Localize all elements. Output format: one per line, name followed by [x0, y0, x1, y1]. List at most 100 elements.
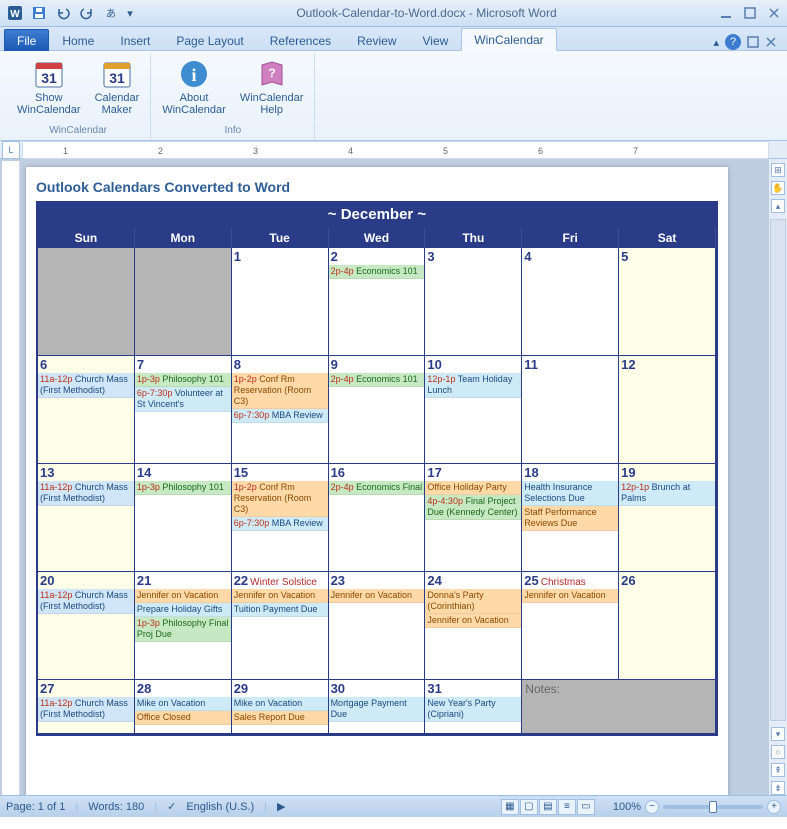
tab-view[interactable]: View	[410, 29, 462, 51]
tab-review[interactable]: Review	[344, 29, 409, 51]
svg-text:31: 31	[109, 70, 125, 86]
day-number: 31	[425, 680, 521, 697]
ruler-toggle-icon[interactable]: ⊞	[771, 163, 785, 177]
calendar-maker-label: Calendar Maker	[95, 92, 140, 116]
event-text: Jennifer on Vacation	[137, 590, 218, 600]
weekday-header: Sun	[38, 228, 135, 248]
day-number: 21	[135, 572, 231, 589]
zoom-level[interactable]: 100%	[613, 801, 641, 813]
macro-icon[interactable]: ▶	[277, 800, 285, 813]
calendar-event: Health Insurance Selections Due	[522, 481, 618, 506]
status-language[interactable]: English (U.S.)	[186, 801, 254, 813]
calendar-cell: 5	[619, 248, 716, 356]
calendar-event: 2p-4p Economics 101	[329, 265, 425, 279]
calendar-cell: 2011a-12p Church Mass (First Methodist)	[38, 572, 135, 680]
ribbon-restore-icon[interactable]	[747, 36, 759, 48]
tab-insert[interactable]: Insert	[107, 29, 163, 51]
hand-icon[interactable]: ✋	[771, 181, 785, 195]
ribbon-group-wincalendar: 31 Show WinCalendar 31 Calendar Maker Wi…	[6, 53, 151, 140]
tab-home[interactable]: Home	[49, 29, 107, 51]
calendar-cell: 2711a-12p Church Mass (First Methodist)	[38, 680, 135, 734]
close-icon[interactable]	[765, 4, 783, 22]
wincalendar-help-button[interactable]: ? WinCalendar Help	[235, 55, 309, 123]
calendar-event: 1p-3p Philosophy 101	[135, 373, 231, 387]
event-time: 11a-12p	[40, 374, 75, 384]
save-icon[interactable]	[28, 2, 50, 24]
day-number: 15	[232, 464, 328, 481]
calendar-cell: 141p-3p Philosophy 101	[135, 464, 232, 572]
day-number: 9	[329, 356, 425, 373]
print-layout-view-icon[interactable]: ▦	[501, 799, 519, 815]
draft-view-icon[interactable]: ▭	[577, 799, 595, 815]
zoom-slider[interactable]	[663, 805, 763, 809]
weekday-header: Mon	[135, 228, 232, 248]
ruler-mark: 7	[633, 146, 638, 156]
status-bar: Page: 1 of 1 | Words: 180 | ✓ English (U…	[0, 795, 787, 817]
event-text: Office Closed	[137, 712, 191, 722]
scroll-down-icon[interactable]: ▾	[771, 727, 785, 741]
zoom-out-icon[interactable]: −	[645, 800, 659, 814]
event-text: Economics Final	[356, 482, 422, 492]
day-number: 17	[425, 464, 521, 481]
status-words[interactable]: Words: 180	[88, 801, 144, 813]
proofing-icon[interactable]: ✓	[167, 800, 176, 813]
prev-page-icon[interactable]: ⇞	[771, 763, 785, 777]
holiday-name: Christmas	[541, 577, 586, 588]
calendar-event: Jennifer on Vacation	[425, 614, 521, 628]
vertical-ruler[interactable]	[2, 161, 20, 795]
outline-view-icon[interactable]: ≡	[558, 799, 576, 815]
vertical-scrollbar[interactable]	[770, 219, 786, 721]
event-text: Philosophy 101	[162, 482, 224, 492]
calendar-event: 1p-2p Conf Rm Reservation (Room C3)	[232, 373, 328, 409]
minimize-icon[interactable]	[717, 4, 735, 22]
qat-customize-icon[interactable]: ▾	[124, 2, 136, 24]
ribbon-minimize-icon[interactable]: ▴	[713, 36, 719, 49]
event-time: 12p-1p	[621, 482, 652, 492]
calendar-cell: 11	[522, 356, 619, 464]
event-time: 1p-3p	[137, 618, 163, 628]
undo-icon[interactable]	[52, 2, 74, 24]
event-time: 6p-7:30p	[234, 518, 272, 528]
weekday-header: Wed	[329, 228, 426, 248]
redo-icon[interactable]	[76, 2, 98, 24]
calendar-event: 2p-4p Economics 101	[329, 373, 425, 387]
tab-selector[interactable]: L	[2, 141, 20, 159]
next-page-icon[interactable]: ⇟	[771, 781, 785, 795]
horizontal-ruler[interactable]: 1234567	[22, 141, 769, 159]
show-wincalendar-button[interactable]: 31 Show WinCalendar	[12, 55, 86, 123]
tab-references[interactable]: References	[257, 29, 344, 51]
maximize-icon[interactable]	[741, 4, 759, 22]
browse-object-icon[interactable]: ○	[771, 745, 785, 759]
event-time: 1p-2p	[234, 374, 260, 384]
day-number: 30	[329, 680, 425, 697]
status-page[interactable]: Page: 1 of 1	[6, 801, 65, 813]
event-text: Health Insurance Selections Due	[524, 482, 592, 503]
web-layout-view-icon[interactable]: ▤	[539, 799, 557, 815]
about-wincalendar-button[interactable]: i About WinCalendar	[157, 55, 231, 123]
ribbon-close-icon[interactable]	[765, 36, 777, 48]
full-screen-view-icon[interactable]: ▢	[520, 799, 538, 815]
tab-page-layout[interactable]: Page Layout	[163, 29, 256, 51]
weekday-header: Fri	[522, 228, 619, 248]
event-text: Tuition Payment Due	[234, 604, 318, 614]
calendar-grid: 122p-4p Economics 101345611a-12p Church …	[38, 248, 716, 734]
scroll-up-icon[interactable]: ▴	[771, 199, 785, 213]
weekday-header: Tue	[232, 228, 329, 248]
qat-extra-icon[interactable]: あ	[100, 2, 122, 24]
calendar-cell: 611a-12p Church Mass (First Methodist)	[38, 356, 135, 464]
calendar-maker-button[interactable]: 31 Calendar Maker	[90, 55, 145, 123]
document-area: Outlook Calendars Converted to Word ~ De…	[0, 159, 787, 795]
event-time: 2p-4p	[331, 374, 357, 384]
ruler-mark: 6	[538, 146, 543, 156]
tab-file[interactable]: File	[4, 29, 49, 51]
help-icon[interactable]: ?	[725, 34, 741, 50]
tab-wincalendar[interactable]: WinCalendar	[461, 28, 556, 51]
calendar-event: 4p-4:30p Final Project Due (Kennedy Cent…	[425, 495, 521, 520]
day-number: 10	[425, 356, 521, 373]
zoom-in-icon[interactable]: +	[767, 800, 781, 814]
calendar-cell: 26	[619, 572, 716, 680]
right-pane: ⊞ ✋ ▴ ▾ ○ ⇞ ⇟	[769, 159, 787, 795]
day-number: 18	[522, 464, 618, 481]
day-number: 4	[522, 248, 618, 265]
word-icon[interactable]: W	[4, 2, 26, 24]
